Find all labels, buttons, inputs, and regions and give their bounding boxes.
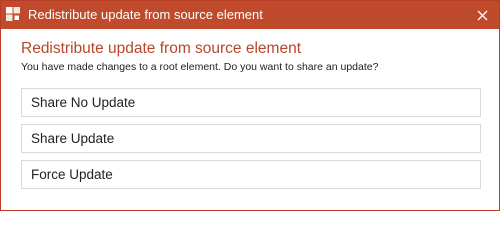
title-bar[interactable]: Redistribute update from source element	[1, 1, 499, 29]
force-update-button[interactable]: Force Update	[21, 160, 481, 189]
dialog-heading: Redistribute update from source element	[21, 40, 302, 57]
close-button[interactable]	[465, 1, 499, 29]
app-logo-icon	[5, 6, 21, 22]
close-icon	[477, 10, 488, 21]
window-title: Redistribute update from source element	[28, 7, 263, 22]
option-list: Share No Update Share Update Force Updat…	[21, 88, 481, 196]
dialog-content: Redistribute update from source element …	[21, 38, 481, 74]
dialog-window: Redistribute update from source element …	[0, 0, 500, 211]
share-no-update-button[interactable]: Share No Update	[21, 88, 481, 117]
dialog-message: You have made changes to a root element.…	[21, 61, 379, 73]
share-update-button[interactable]: Share Update	[21, 124, 481, 153]
